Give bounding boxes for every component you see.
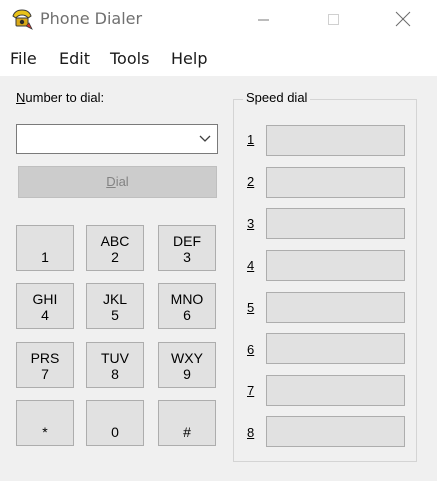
- speed-dial-label-2: 2: [247, 174, 255, 189]
- speed-dial-label-8: 8: [247, 425, 255, 440]
- key-9-face: WXY 9: [159, 350, 215, 382]
- phone-dialer-app-icon: [12, 9, 33, 30]
- dial-button-text: ial: [115, 174, 129, 189]
- menu-edit[interactable]: Edit: [59, 49, 90, 68]
- menu-help[interactable]: Help: [171, 49, 207, 68]
- key-6-digit: 6: [183, 307, 191, 323]
- close-button[interactable]: [380, 4, 426, 34]
- speed-dial-label-1: 1: [247, 132, 255, 147]
- speed-dial-button-1[interactable]: [266, 125, 405, 156]
- key-8[interactable]: TUV 8: [86, 342, 144, 388]
- key-star-digit: *: [42, 424, 48, 440]
- key-7-letters: PRS: [30, 350, 60, 366]
- key-6[interactable]: MNO 6: [158, 283, 216, 329]
- key-0-digit: 0: [111, 424, 119, 440]
- window-title: Phone Dialer: [40, 9, 143, 28]
- key-9-digit: 9: [183, 366, 191, 382]
- key-4-letters: GHI: [32, 291, 58, 307]
- key-4[interactable]: GHI 4: [16, 283, 74, 329]
- key-7-digit: 7: [41, 366, 49, 382]
- key-0-face: 0: [87, 424, 143, 440]
- maximize-icon: [328, 14, 339, 25]
- key-star-face: *: [17, 424, 73, 440]
- key-1-digit: 1: [41, 249, 49, 265]
- key-8-face: TUV 8: [87, 350, 143, 382]
- speed-dial-button-8[interactable]: [266, 416, 405, 447]
- key-2-face: ABC 2: [87, 233, 143, 265]
- key-2-letters: ABC: [100, 233, 130, 249]
- speed-dial-button-5[interactable]: [266, 292, 405, 323]
- key-5[interactable]: JKL 5: [86, 283, 144, 329]
- key-4-face: GHI 4: [17, 291, 73, 323]
- speed-dial-button-6[interactable]: [266, 333, 405, 364]
- speed-dial-label-6: 6: [247, 342, 255, 357]
- key-3-letters: DEF: [173, 233, 201, 249]
- title-bar: Phone Dialer: [0, 0, 437, 38]
- key-2[interactable]: ABC 2: [86, 225, 144, 271]
- key-9[interactable]: WXY 9: [158, 342, 216, 388]
- key-9-letters: WXY: [171, 350, 203, 366]
- number-label-accel: N: [16, 90, 26, 105]
- menu-file[interactable]: File: [10, 49, 37, 68]
- number-label-text: umber to dial:: [25, 90, 105, 105]
- number-combo-box[interactable]: [16, 124, 218, 154]
- speed-dial-button-4[interactable]: [266, 250, 405, 281]
- number-to-dial-label: Number to dial:: [16, 90, 104, 105]
- key-7-face: PRS 7: [17, 350, 73, 382]
- key-6-letters: MNO: [170, 291, 204, 307]
- menu-tools[interactable]: Tools: [110, 49, 149, 68]
- maximize-button[interactable]: [310, 4, 356, 34]
- key-3-face: DEF 3: [159, 233, 215, 265]
- key-hash[interactable]: #: [158, 400, 216, 446]
- key-0[interactable]: 0: [86, 400, 144, 446]
- key-1-face: 1: [17, 249, 73, 265]
- dial-button-accel: D: [106, 174, 116, 189]
- dial-button[interactable]: Dial: [18, 166, 217, 198]
- key-8-letters: TUV: [101, 350, 129, 366]
- chevron-down-icon[interactable]: [199, 134, 211, 144]
- speed-dial-button-7[interactable]: [266, 375, 405, 406]
- key-4-digit: 4: [41, 307, 49, 323]
- speed-dial-button-3[interactable]: [266, 208, 405, 239]
- menu-bar: File Edit Tools Help: [0, 38, 437, 76]
- key-3[interactable]: DEF 3: [158, 225, 216, 271]
- key-5-letters: JKL: [102, 291, 128, 307]
- speed-dial-label-7: 7: [247, 383, 255, 398]
- close-icon: [395, 11, 411, 27]
- key-star[interactable]: *: [16, 400, 74, 446]
- key-5-face: JKL 5: [87, 291, 143, 323]
- minimize-button[interactable]: [240, 4, 286, 34]
- key-6-face: MNO 6: [159, 291, 215, 323]
- key-7[interactable]: PRS 7: [16, 342, 74, 388]
- minimize-icon: [258, 19, 269, 21]
- speed-dial-label-5: 5: [247, 300, 255, 315]
- speed-dial-button-2[interactable]: [266, 167, 405, 198]
- key-hash-digit: #: [183, 424, 191, 440]
- speed-dial-title: Speed dial: [243, 90, 311, 105]
- key-1[interactable]: 1: [16, 225, 74, 271]
- key-hash-face: #: [159, 424, 215, 440]
- speed-dial-label-3: 3: [247, 216, 255, 231]
- speed-dial-label-4: 4: [247, 258, 255, 273]
- key-8-digit: 8: [111, 366, 119, 382]
- key-2-digit: 2: [111, 249, 119, 265]
- key-3-digit: 3: [183, 249, 191, 265]
- key-5-digit: 5: [111, 307, 119, 323]
